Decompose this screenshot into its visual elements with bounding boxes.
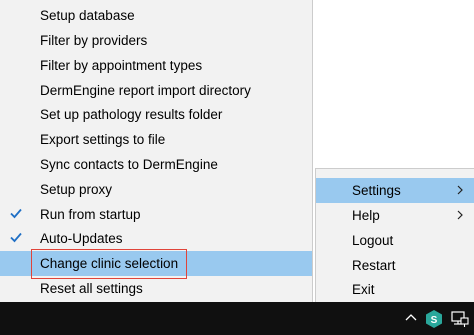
network-icon[interactable] bbox=[450, 309, 470, 329]
settings-submenu: Setup database Filter by providers Filte… bbox=[0, 0, 313, 302]
checkmark-icon bbox=[10, 208, 22, 219]
dermengine-tray-icon[interactable]: S bbox=[425, 309, 443, 329]
menu-item-report-import-directory[interactable]: DermEngine report import directory bbox=[0, 78, 312, 103]
menu-item-setup-database[interactable]: Setup database bbox=[0, 3, 312, 28]
menu-item-label: Setup proxy bbox=[40, 182, 113, 197]
menu-item-auto-updates[interactable]: Auto-Updates bbox=[0, 226, 312, 251]
menu-item-logout[interactable]: Logout bbox=[316, 228, 474, 253]
menu-item-filter-by-providers[interactable]: Filter by providers bbox=[0, 28, 312, 53]
checkmark-icon bbox=[10, 232, 22, 243]
menu-item-label: Restart bbox=[352, 258, 396, 273]
menu-item-label: Sync contacts to DermEngine bbox=[40, 157, 218, 172]
menu-item-exit[interactable]: Exit bbox=[316, 277, 474, 302]
taskbar: S bbox=[0, 302, 474, 335]
chevron-right-icon bbox=[457, 185, 463, 195]
menu-item-sync-contacts[interactable]: Sync contacts to DermEngine bbox=[0, 152, 312, 177]
menu-item-pathology-results-folder[interactable]: Set up pathology results folder bbox=[0, 102, 312, 127]
menu-item-help[interactable]: Help bbox=[316, 203, 474, 228]
menu-item-label: Settings bbox=[352, 183, 401, 198]
menu-item-filter-by-appointment-types[interactable]: Filter by appointment types bbox=[0, 53, 312, 78]
menu-item-label: Help bbox=[352, 208, 380, 223]
menu-item-label: Setup database bbox=[40, 8, 135, 23]
menu-item-label: Change clinic selection bbox=[40, 256, 179, 271]
chevron-right-icon bbox=[457, 210, 463, 220]
menu-item-label: Set up pathology results folder bbox=[40, 107, 223, 122]
menu-item-label: Filter by providers bbox=[40, 33, 148, 48]
menu-item-label: Run from startup bbox=[40, 207, 141, 222]
menu-item-label: Reset all settings bbox=[40, 281, 143, 296]
menu-item-label: Logout bbox=[352, 233, 394, 248]
menu-item-run-from-startup[interactable]: Run from startup bbox=[0, 202, 312, 227]
menu-item-label: Exit bbox=[352, 282, 375, 297]
tray-context-menu: Settings Help Logout Restart Exit bbox=[315, 168, 474, 302]
menu-item-label: DermEngine report import directory bbox=[40, 83, 251, 98]
menu-item-label: Filter by appointment types bbox=[40, 58, 203, 73]
chevron-up-icon[interactable] bbox=[404, 310, 418, 324]
menu-item-export-settings[interactable]: Export settings to file bbox=[0, 127, 312, 152]
menu-item-settings[interactable]: Settings bbox=[316, 178, 474, 203]
menu-item-change-clinic-selection[interactable]: Change clinic selection bbox=[0, 251, 312, 276]
menu-item-label: Export settings to file bbox=[40, 132, 166, 147]
svg-text:S: S bbox=[431, 315, 438, 326]
menu-item-setup-proxy[interactable]: Setup proxy bbox=[0, 177, 312, 202]
menu-item-reset-all-settings[interactable]: Reset all settings bbox=[0, 276, 312, 301]
menu-item-restart[interactable]: Restart bbox=[316, 253, 474, 278]
menu-item-label: Auto-Updates bbox=[40, 231, 123, 246]
